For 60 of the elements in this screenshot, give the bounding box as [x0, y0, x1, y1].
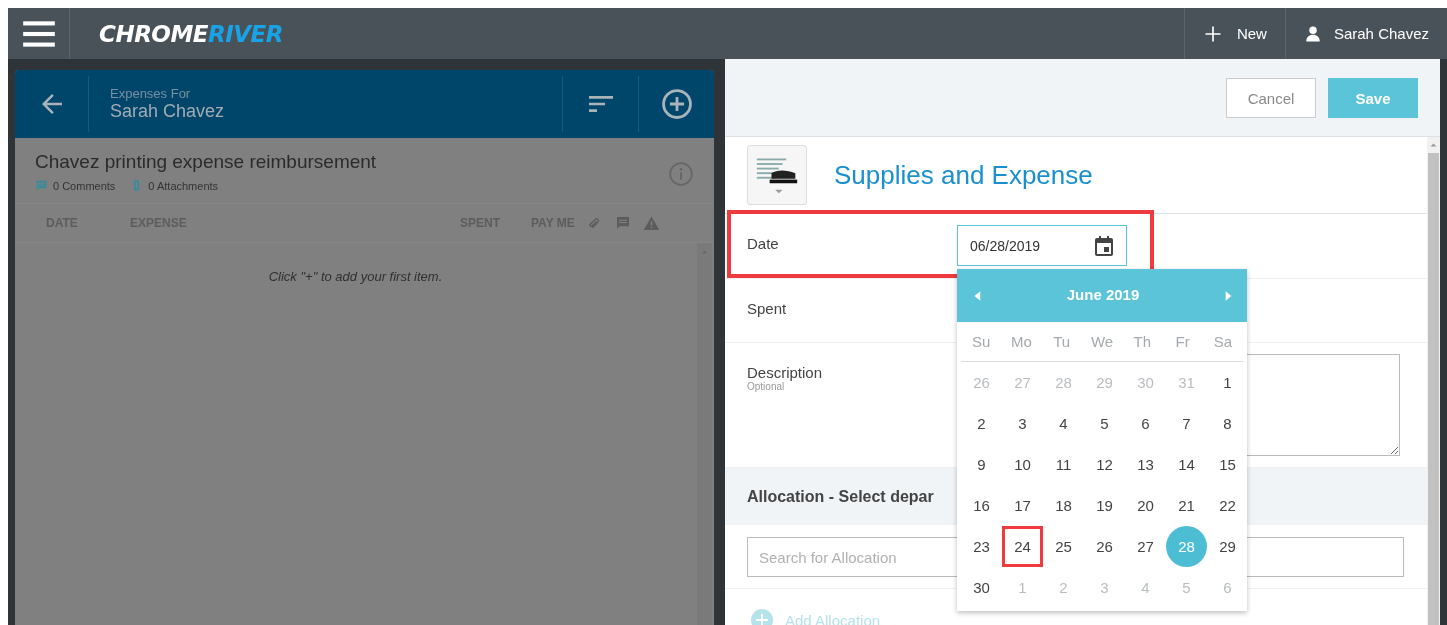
calendar-day[interactable]: 5 [1084, 403, 1125, 444]
calendar-day[interactable]: 21 [1166, 485, 1207, 526]
report-title: Chavez printing expense reimbursement [35, 151, 378, 173]
calendar-day[interactable]: 9 [961, 444, 1002, 485]
calendar-day[interactable]: 19 [1084, 485, 1125, 526]
calendar-day[interactable]: 27 [1125, 526, 1166, 567]
empty-message: Click "+" to add your first item. [267, 269, 444, 284]
calendar-day[interactable]: 8 [1207, 403, 1248, 444]
user-icon [1303, 24, 1322, 43]
field-hint: Optional [747, 381, 785, 392]
calendar-day[interactable]: 20 [1125, 485, 1166, 526]
field-label: Date [747, 235, 779, 252]
calendar-day[interactable]: 30 [961, 567, 1002, 608]
calendar-day[interactable]: 24 [1002, 526, 1043, 567]
calendar-day[interactable]: 15 [1207, 444, 1248, 485]
scrollbar[interactable] [697, 243, 712, 625]
field-label: Description [747, 364, 823, 381]
calendar-day[interactable]: 7 [1166, 403, 1207, 444]
calendar-day[interactable]: 25 [1043, 526, 1084, 567]
section-heading: Allocation - Select depar [747, 487, 934, 506]
calendar-day[interactable]: 6 [1125, 403, 1166, 444]
field-label: Spent [747, 300, 787, 317]
weekday-label: Mo [1010, 333, 1033, 350]
report-owner: Sarah Chavez [110, 101, 226, 122]
calendar-day[interactable]: 1 [1207, 362, 1248, 403]
calendar-day[interactable]: 10 [1002, 444, 1043, 485]
calendar-icon [1092, 233, 1116, 258]
weekday-label: We [1089, 333, 1115, 350]
cancel-button[interactable]: Cancel [1226, 78, 1316, 118]
calendar-day[interactable]: 23 [961, 526, 1002, 567]
weekday-label: Su [970, 333, 992, 350]
comment-icon [614, 215, 631, 231]
calendar-day[interactable]: 11 [1043, 444, 1084, 485]
comment-icon [35, 179, 48, 192]
warning-icon [642, 214, 660, 232]
plus-circle-icon [659, 87, 694, 121]
weekday-label: Tu [1052, 333, 1072, 350]
header-caption: Expenses For [110, 86, 192, 101]
calendar-day[interactable]: 17 [1002, 485, 1043, 526]
calendar-day[interactable]: 29 [1207, 526, 1248, 567]
calendar-day[interactable]: 18 [1043, 485, 1084, 526]
calendar-day[interactable]: 22 [1207, 485, 1248, 526]
calendar-day[interactable]: 3 [1002, 403, 1043, 444]
weekday-label: Fr [1174, 333, 1191, 350]
calendar-day[interactable]: 13 [1125, 444, 1166, 485]
month-title: June 2019 [1066, 286, 1140, 305]
logo: CHROMERIVER [99, 20, 283, 47]
weekday-label: Sa [1212, 333, 1233, 350]
calendar-day[interactable]: 2 [961, 403, 1002, 444]
calendar-day[interactable]: 12 [1084, 444, 1125, 485]
calendar-day[interactable]: 14 [1166, 444, 1207, 485]
calendar-day[interactable]: 16 [961, 485, 1002, 526]
weekday-label: Th [1132, 333, 1153, 350]
calendar-day[interactable]: 4 [1043, 403, 1084, 444]
date-field[interactable]: 06/28/2019 [957, 225, 1127, 266]
category-title: Supplies and Expense [834, 159, 1093, 191]
calendar-day[interactable]: 26 [1084, 526, 1125, 567]
category-picker[interactable] [747, 145, 807, 205]
scrollbar[interactable] [1427, 137, 1440, 625]
info-icon [668, 161, 694, 187]
